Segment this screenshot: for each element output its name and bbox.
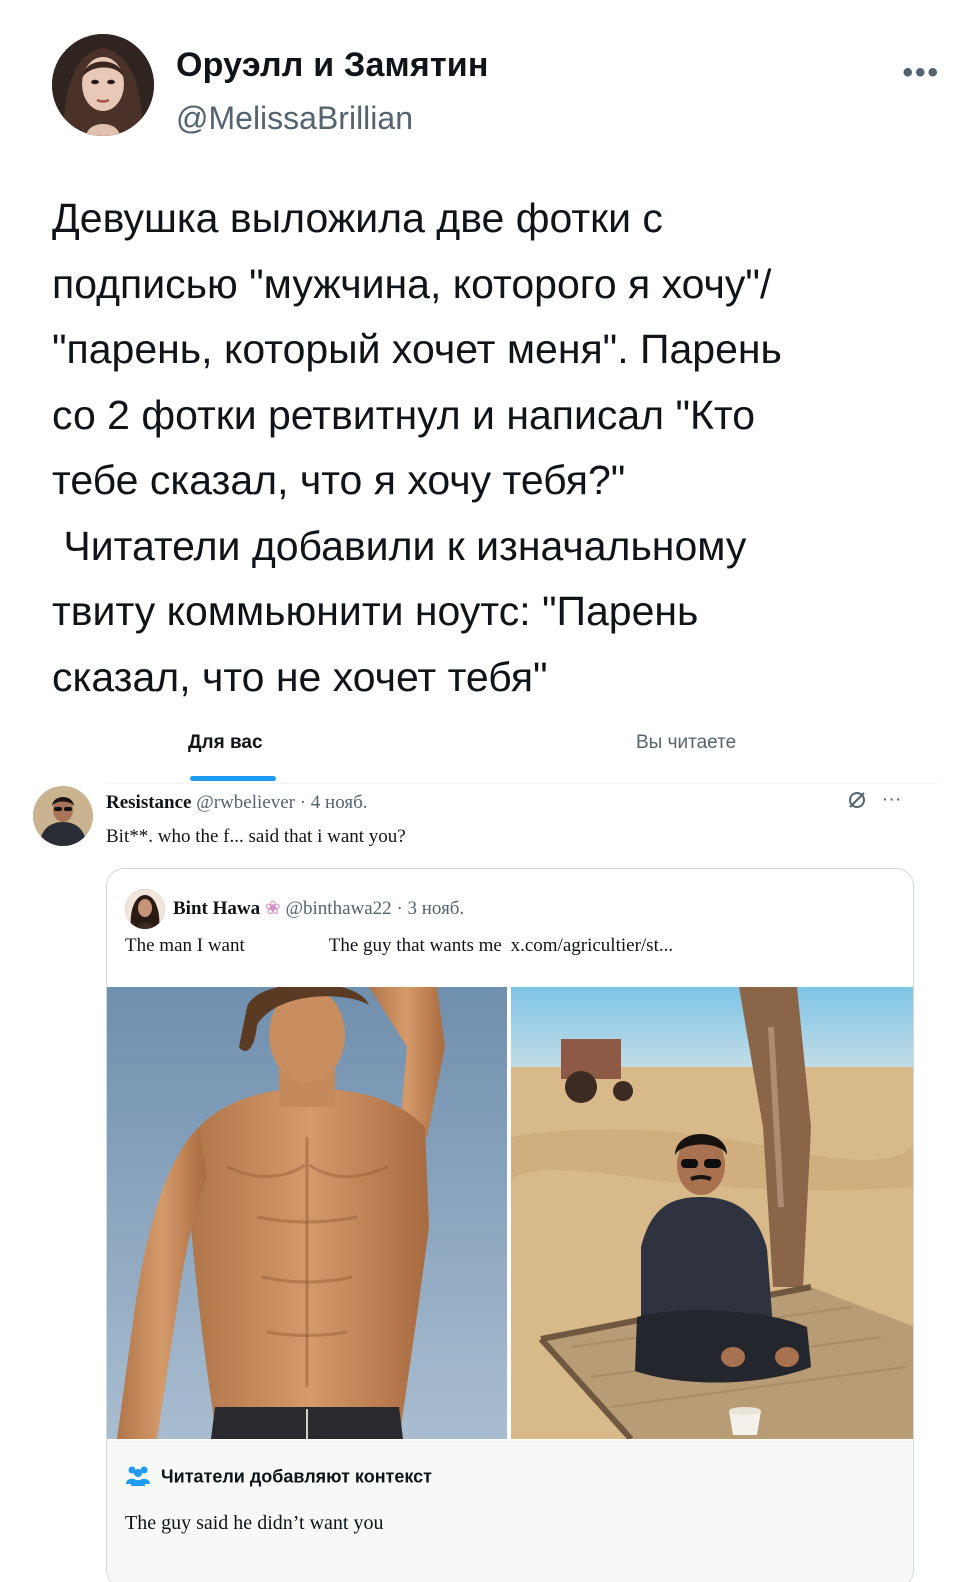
avatar-image bbox=[33, 786, 93, 846]
display-name[interactable]: Resistance bbox=[106, 792, 191, 813]
tweet-date[interactable]: · 3 нояб. bbox=[396, 898, 464, 919]
inner-tweet-meta: Resistance @rwbeliever · 4 нояб. bbox=[106, 792, 368, 814]
grok-icon[interactable] bbox=[846, 788, 874, 810]
tab-following[interactable]: Вы читаете bbox=[636, 732, 736, 754]
inner-tweet-actions: ··· bbox=[846, 788, 902, 811]
more-options-icon[interactable]: ••• bbox=[902, 56, 940, 90]
community-note-title-text: Читатели добавляют контекст bbox=[161, 1466, 432, 1487]
caption-right: The guy that wants me bbox=[328, 935, 502, 956]
community-note: Читатели добавляют контекст The guy said… bbox=[107, 1441, 913, 1582]
user-handle[interactable]: @rwbeliever bbox=[196, 792, 295, 813]
outer-tweet-header: Оруэлл и Замятин @MelissaBrillian ••• bbox=[52, 34, 938, 144]
more-options-icon[interactable]: ··· bbox=[882, 788, 902, 810]
tweet-text-line: "парень, который хочет меня". Парень bbox=[52, 326, 782, 372]
tweet-link[interactable]: x.com/agricultier/st... bbox=[511, 935, 674, 956]
community-note-body: The guy said he didn’t want you bbox=[125, 1512, 384, 1534]
shirtless-model-photo[interactable] bbox=[107, 987, 507, 1439]
tweet-date[interactable]: · 4 нояб. bbox=[300, 792, 368, 813]
active-tab-indicator bbox=[190, 776, 276, 781]
user-handle[interactable]: @binthawa22 bbox=[286, 898, 392, 919]
tweet-text-line: твиту коммьюнити ноутс: "Парень bbox=[52, 588, 699, 634]
avatar[interactable] bbox=[52, 34, 154, 136]
tweet-text: Девушка выложила две фотки с подписью "м… bbox=[52, 186, 932, 710]
people-icon bbox=[125, 1464, 151, 1491]
avatar[interactable] bbox=[125, 889, 165, 929]
user-handle[interactable]: @MelissaBrillian bbox=[176, 100, 413, 137]
quoted-tweet[interactable]: Bint Hawa ❀ @binthawa22 · 3 нояб. The ma… bbox=[106, 868, 914, 1582]
timeline-tabs: Для вас Вы читаете bbox=[106, 722, 938, 784]
photo-grid bbox=[107, 987, 913, 1439]
flower-icon: ❀ bbox=[264, 898, 281, 919]
avatar[interactable] bbox=[33, 786, 93, 846]
tweet-text-line: подписью "мужчина, которого я хочу"/ bbox=[52, 260, 772, 307]
display-name[interactable]: Bint Hawa bbox=[173, 898, 260, 919]
inner-tweet-text: Bit**. who the f... said that i want you… bbox=[106, 826, 406, 847]
tweet-text-line: Девушка выложила две фотки с bbox=[52, 195, 663, 241]
tweet-text-line: тебе сказал, что я хочу тебя?" bbox=[52, 457, 626, 503]
community-note-title: Читатели добавляют контекст bbox=[125, 1464, 432, 1491]
tweet-text-line: со 2 фотки ретвитнул и написал "Кто bbox=[52, 391, 756, 438]
tweet-text-line: Читатели добавили к изначальному bbox=[52, 522, 747, 569]
display-name[interactable]: Оруэлл и Замятин bbox=[176, 46, 489, 85]
tweet-text-line: сказал, что не хочет тебя" bbox=[52, 653, 548, 700]
tab-for-you[interactable]: Для вас bbox=[188, 732, 263, 754]
man-sitting-in-field-photo[interactable] bbox=[511, 987, 913, 1439]
caption-left: The man I want bbox=[125, 935, 245, 956]
avatar-image bbox=[52, 34, 154, 136]
quoted-tweet-meta: Bint Hawa ❀ @binthawa22 · 3 нояб. bbox=[173, 897, 464, 920]
avatar-image bbox=[125, 889, 165, 929]
quoted-tweet-text: The man I want The guy that wants me x.co… bbox=[125, 935, 905, 957]
